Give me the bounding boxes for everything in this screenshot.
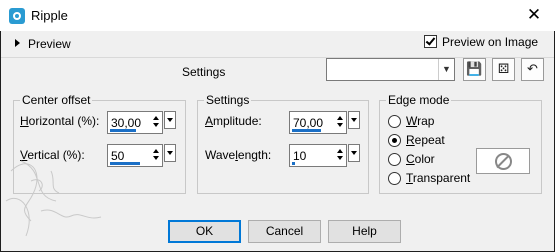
horizontal-slider-fill[interactable] — [110, 129, 136, 132]
radio-repeat-label: Repeat — [406, 133, 445, 147]
spin-arrows-icon[interactable] — [337, 115, 345, 129]
reset-defaults-button[interactable]: ↶ — [521, 58, 544, 81]
radio-button[interactable] — [388, 134, 401, 147]
radio-button[interactable] — [388, 153, 401, 166]
radio-button[interactable] — [388, 172, 401, 185]
dialog-body: Preview Preview on Image Settings ▼ 💾 ⚄ … — [1, 31, 554, 251]
radio-wrap-label: Wrap — [406, 114, 435, 128]
checkbox-box[interactable] — [424, 35, 437, 48]
horizontal-dropdown-button[interactable] — [164, 111, 176, 129]
chevron-down-icon[interactable]: ▼ — [438, 59, 454, 80]
horizontal-spinner[interactable]: 30,00 — [107, 111, 177, 134]
save-preset-button[interactable]: 💾 — [463, 58, 486, 81]
help-button[interactable]: Help — [328, 220, 401, 243]
ok-button[interactable]: OK — [168, 220, 241, 243]
spin-arrows-icon[interactable] — [153, 148, 161, 162]
cancel-button[interactable]: Cancel — [248, 220, 321, 243]
dice-icon: ⚄ — [497, 61, 510, 76]
save-icon: 💾 — [466, 61, 483, 76]
horizontal-input[interactable]: 30,00 — [107, 111, 163, 134]
ripple-dialog: Ripple ✕ Preview Preview on Image Settin… — [0, 0, 555, 252]
amplitude-spinner[interactable]: 70,00 — [289, 111, 361, 134]
edge-color-swatch[interactable] — [476, 148, 530, 174]
amplitude-value: 70,00 — [293, 116, 324, 130]
amplitude-input[interactable]: 70,00 — [289, 111, 347, 134]
radio-button[interactable] — [388, 115, 401, 128]
title-bar[interactable]: Ripple ✕ — [0, 0, 555, 31]
ripple-app-icon — [9, 8, 25, 24]
close-button[interactable]: ✕ — [526, 6, 542, 23]
wavelength-value: 10 — [293, 149, 307, 163]
radio-transparent-label: Transparent — [406, 171, 471, 185]
horizontal-label: Horizontal (%): — [20, 114, 100, 128]
vertical-dropdown-button[interactable] — [164, 144, 176, 162]
settings-title: Settings — [204, 93, 252, 107]
randomize-button[interactable]: ⚄ — [492, 58, 515, 81]
signature-watermark — [5, 160, 102, 237]
amplitude-label: Amplitude: — [205, 114, 262, 128]
settings-presets-label: Settings — [182, 65, 226, 79]
wavelength-spinner[interactable]: 10 — [289, 144, 361, 167]
window-title: Ripple — [31, 8, 68, 23]
center-offset-title: Center offset — [20, 93, 93, 107]
preview-on-image-label: Preview on Image — [442, 35, 539, 49]
checkmark-icon — [425, 35, 436, 46]
wavelength-slider-fill[interactable] — [292, 162, 295, 165]
preset-dropdown[interactable]: ▼ — [326, 58, 455, 81]
amplitude-dropdown-button[interactable] — [348, 111, 360, 129]
wavelength-input[interactable]: 10 — [289, 144, 347, 167]
edge-mode-title: Edge mode — [386, 93, 452, 107]
vertical-spinner[interactable]: 50 — [107, 144, 177, 167]
reset-icon: ↶ — [527, 61, 538, 76]
amplitude-slider-fill[interactable] — [292, 129, 321, 132]
radio-color-label: Color — [406, 152, 435, 166]
no-sign-icon — [495, 153, 512, 170]
wavelength-label: Wavelength: — [205, 148, 272, 162]
horizontal-value: 30,00 — [111, 116, 142, 130]
wavelength-dropdown-button[interactable] — [348, 144, 360, 162]
spin-arrows-icon[interactable] — [337, 148, 345, 162]
spin-arrows-icon[interactable] — [153, 115, 161, 129]
expand-triangle-icon — [15, 39, 20, 47]
preview-label: Preview — [28, 37, 71, 51]
